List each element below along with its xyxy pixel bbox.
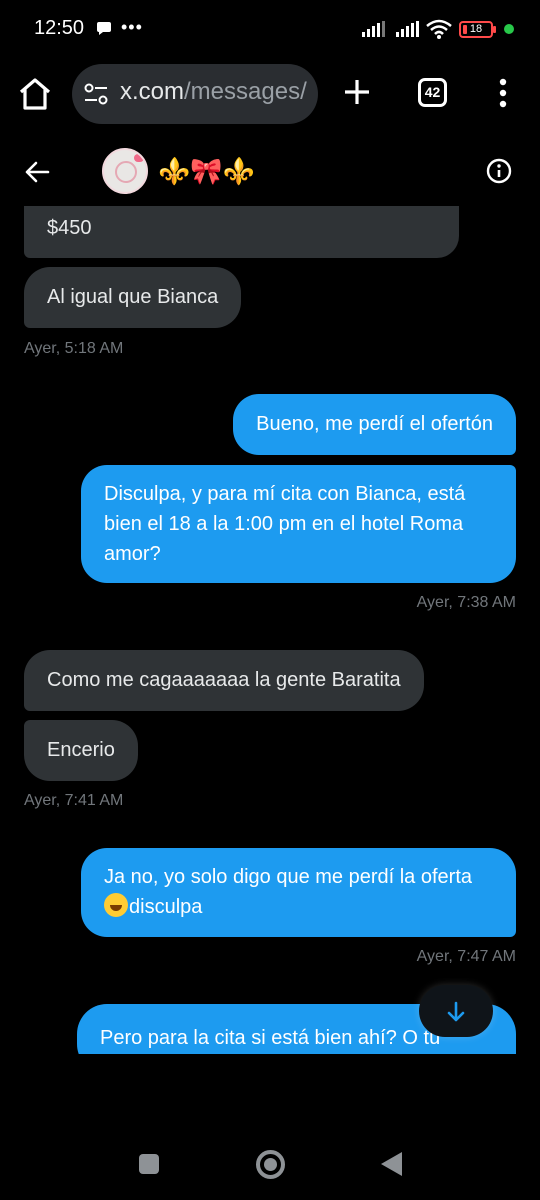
more-vert-icon[interactable] [496,78,510,108]
message-text: $450 [47,217,92,239]
back-triangle-icon[interactable] [381,1152,402,1176]
tab-switcher-button[interactable]: 42 [418,78,447,107]
battery-level [463,25,467,34]
message-bubble-outgoing[interactable]: Bueno, me perdí el ofertón [233,394,516,455]
message-line: Ja no, yo solo digo que me perdí la ofer… [104,866,473,888]
status-bar: 12:50 ••• 18 [0,0,540,60]
system-nav-bar [0,1126,540,1200]
message-bubble-outgoing[interactable]: Disculpa, y para mí cita con Bianca, est… [81,465,516,583]
message-bubble-incoming[interactable]: $450 [24,206,459,258]
battery-icon: 18 [459,21,493,38]
message-bubble-incoming[interactable]: Como me cagaaaaaaa la gente Baratita [24,650,424,711]
scroll-to-bottom-button[interactable] [419,985,493,1037]
message-text: Bueno, me perdí el ofertón [256,413,493,435]
avatar[interactable] [102,148,148,194]
signal-icon [362,21,385,37]
url-text[interactable]: x.com/messages/ [120,78,307,106]
message-line: Disculpa, y para mí cita con Bianca, est… [104,483,466,505]
info-icon[interactable] [486,158,512,184]
plus-icon[interactable] [342,77,372,107]
message-text: Encerio [47,739,115,761]
message-bubble-incoming[interactable]: Al igual que Bianca [24,267,242,328]
url-path: /messages/ [184,78,307,105]
conversation-header: ⚜️🎀⚜️ [0,142,540,206]
avatar-emblem [115,161,137,183]
grinning-sweat-emoji-icon [104,893,128,917]
message-list[interactable]: $450 Al igual que Bianca Ayer, 5:18 AM B… [0,206,540,1054]
wifi-icon [426,19,452,39]
status-overflow-dots: ••• [121,17,143,37]
contact-name[interactable]: ⚜️🎀⚜️ [158,154,255,188]
message-text: Como me cagaaaaaaa la gente Baratita [47,669,401,691]
browser-toolbar: x.com/messages/ 42 [0,60,540,130]
back-arrow-icon[interactable] [24,160,50,184]
message-bubble-outgoing[interactable]: Ja no, yo solo digo que me perdí la ofer… [81,848,516,937]
arrow-down-icon [447,1001,465,1022]
message-icon [97,22,111,35]
battery-percent: 18 [469,23,483,35]
home-circle-icon[interactable] [256,1150,285,1179]
message-line-with-emoji: disculpa [104,892,493,922]
message-timestamp: Ayer, 7:41 AM [24,792,124,809]
screen: 12:50 ••• 18 x.com/messages/ 42 ⚜️🎀⚜️ $4… [0,0,540,1200]
message-line: bien el 18 a la 1:00 pm en el hotel Roma [104,513,464,535]
signal-icon [396,21,419,37]
message-text: Pero para la cita si está bien ahí? O tu [100,1027,441,1049]
privacy-indicator-dot [504,24,514,34]
status-time: 12:50 [34,17,85,39]
message-line: amor? [104,543,161,565]
home-icon[interactable] [18,78,52,110]
message-bubble-incoming[interactable]: Encerio [24,720,138,781]
message-timestamp: Ayer, 7:38 AM [416,594,516,611]
recents-icon[interactable] [139,1154,159,1174]
message-timestamp: Ayer, 5:18 AM [24,340,124,357]
avatar-bow [134,154,144,162]
message-timestamp: Ayer, 7:47 AM [416,948,516,965]
url-host: x.com [120,78,185,105]
message-text: Al igual que Bianca [47,286,219,308]
battery-tip [493,26,496,33]
site-settings-icon[interactable] [84,83,108,105]
address-bar[interactable]: x.com/messages/ [72,64,318,124]
message-text: disculpa [129,896,203,918]
